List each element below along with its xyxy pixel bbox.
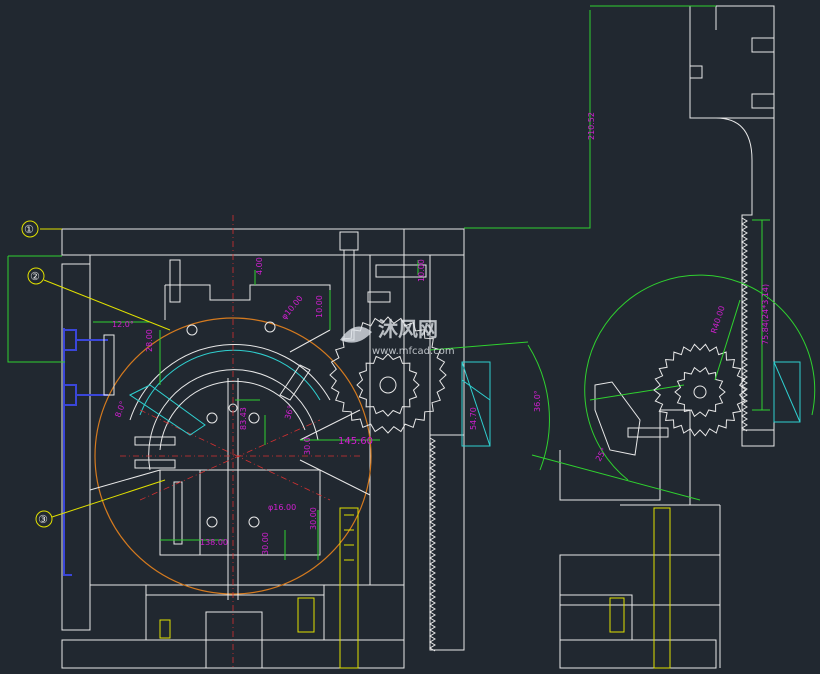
dim-10-00-b: 10.00: [417, 259, 426, 282]
left-assembly: [7, 215, 465, 669]
balloon-2: ②: [27, 267, 45, 285]
dimension-lines: [93, 5, 770, 560]
dim-210-52: 210.52: [587, 112, 596, 140]
dim-145-60: 145.60: [338, 436, 373, 447]
watermark-logo-icon: [340, 326, 372, 343]
dim-phi16: φ16.00: [268, 503, 296, 512]
watermark: 沐风网 www.mfcad.com: [340, 317, 455, 357]
right-assembly: [531, 5, 816, 669]
watermark-brand: 沐风网: [378, 317, 438, 341]
rack-left: [429, 361, 491, 652]
leaders: [40, 228, 171, 518]
top-bracket: [689, 5, 775, 119]
dim-36-deg: 36.0°: [533, 390, 542, 412]
dim-138-00: 138.00: [200, 538, 228, 547]
frame-body: [89, 254, 371, 586]
svg-text:①: ①: [24, 223, 34, 236]
dim-12-deg: 12.0°: [112, 320, 134, 329]
dim-28-00: 28.00: [145, 329, 154, 352]
balloon-1: ①: [21, 220, 39, 238]
svg-text:②: ②: [30, 270, 40, 283]
gear-hub-right: [693, 385, 707, 399]
small-gear-left: [356, 353, 420, 417]
right-wall: [369, 254, 405, 586]
right-gear: [653, 343, 747, 437]
cad-drawing-canvas: ① ② ③ 210.52 4.00 10.00 10.00 φ10.00 12.…: [7, 5, 816, 669]
dim-10-00-a: 10.00: [315, 295, 324, 318]
dim-8-deg: 8.0°: [113, 400, 127, 419]
dimension-texts: 210.52 4.00 10.00 10.00 φ10.00 12.0° 28.…: [112, 112, 770, 555]
dim-4-00: 4.00: [255, 257, 264, 275]
dim-30-00-a: 30.00: [309, 507, 318, 530]
dim-30-00-b: 30.00: [261, 532, 270, 555]
dim-75-84: 75.84(24*3.14): [761, 284, 770, 345]
dim-25-deg: 25°: [594, 446, 609, 463]
lower-block: [159, 469, 321, 556]
balloon-3: ③: [35, 510, 53, 528]
dim-54-70: 54.70: [469, 407, 478, 430]
big-gear-right: [653, 343, 747, 437]
small-gear-right: [674, 366, 726, 418]
dim-r40: R40.00: [709, 305, 726, 335]
dim-83-43: 83.43: [239, 407, 248, 430]
svg-text:③: ③: [38, 513, 48, 526]
watermark-url: www.mfcad.com: [372, 346, 455, 357]
dim-side: 30.0: [303, 437, 312, 455]
dim-phi10: φ10.00: [280, 294, 305, 321]
dim-36-small: 36°: [283, 404, 295, 420]
gear-hub-left: [379, 376, 397, 394]
